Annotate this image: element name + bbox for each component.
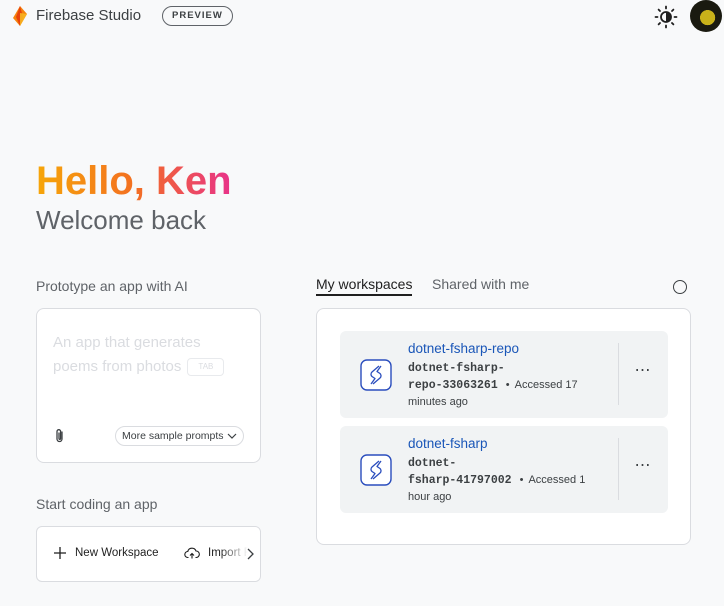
chevron-right-icon[interactable]: [243, 547, 257, 561]
greeting-subtitle: Welcome back: [36, 205, 207, 235]
plus-icon: [54, 547, 66, 559]
firebase-logo-icon[interactable]: [11, 5, 29, 27]
meta-separator: •: [505, 379, 510, 391]
greeting-title: Hello, Ken: [36, 159, 232, 203]
workspace-meta: dotnet-fsharp- repo-33063261 • Accessed 1…: [408, 360, 604, 411]
divider: [618, 438, 619, 500]
coding-section-label: Start coding an app: [36, 496, 158, 512]
sun-icon[interactable]: [654, 5, 678, 29]
more-options-button[interactable]: ⋯: [632, 458, 654, 478]
chevron-down-icon: [227, 433, 236, 439]
paperclip-icon[interactable]: [53, 428, 67, 444]
cloud-upload-icon: [184, 547, 200, 559]
tab-hint: TAB: [187, 358, 225, 377]
workspace-id: fsharp-41797002: [408, 474, 512, 487]
new-workspace-button[interactable]: New Workspace: [53, 546, 159, 560]
workspace-icon: [360, 359, 392, 391]
tab-my-workspaces[interactable]: My workspaces: [316, 276, 413, 296]
more-options-button[interactable]: ⋯: [632, 363, 654, 383]
workspace-accessed: Accessed 1: [528, 474, 586, 486]
workspace-name[interactable]: dotnet-fsharp: [408, 436, 488, 451]
workspace-meta: dotnet- fsharp-41797002 • Accessed 1 hour…: [408, 455, 604, 506]
workspace-accessed-cont: hour ago: [408, 491, 452, 503]
workspace-name[interactable]: dotnet-fsharp-repo: [408, 341, 519, 356]
divider: [618, 343, 619, 405]
tab-shared-with-me[interactable]: Shared with me: [432, 276, 529, 292]
prompt-input[interactable]: An app that generates poems from photos T…: [53, 331, 243, 379]
workspace-id: dotnet-fsharp-: [408, 362, 505, 375]
workspace-id: repo-33063261: [408, 379, 498, 392]
sample-prompts-label: More sample prompts: [122, 430, 224, 442]
brand-name[interactable]: Firebase Studio: [36, 7, 141, 24]
preview-badge: PREVIEW: [162, 6, 233, 26]
workspace-accessed-cont: minutes ago: [408, 396, 468, 408]
meta-separator: •: [519, 474, 524, 486]
workspace-icon: [360, 454, 392, 486]
new-workspace-label: New Workspace: [75, 547, 159, 559]
top-bar: Firebase Studio PREVIEW: [0, 0, 724, 34]
workspace-id: dotnet-: [408, 457, 457, 470]
workspace-item[interactable]: dotnet-fsharp-repo dotnet-fsharp- repo-3…: [340, 331, 668, 418]
workspace-item[interactable]: dotnet-fsharp dotnet- fsharp-41797002 • A…: [340, 426, 668, 513]
more-sample-prompts-button[interactable]: More sample prompts: [115, 426, 244, 446]
loading-spinner-icon: [673, 280, 687, 294]
prototype-section-label: Prototype an app with AI: [36, 278, 188, 294]
workspace-accessed: Accessed 17: [514, 379, 578, 391]
coding-actions-card: New Workspace Import Repo: [36, 526, 261, 582]
prompt-placeholder: An app that generates poems from photos: [53, 334, 201, 375]
workspaces-panel: dotnet-fsharp-repo dotnet-fsharp- repo-3…: [316, 308, 691, 545]
user-avatar[interactable]: [690, 0, 722, 32]
prompt-card[interactable]: An app that generates poems from photos T…: [36, 308, 261, 463]
